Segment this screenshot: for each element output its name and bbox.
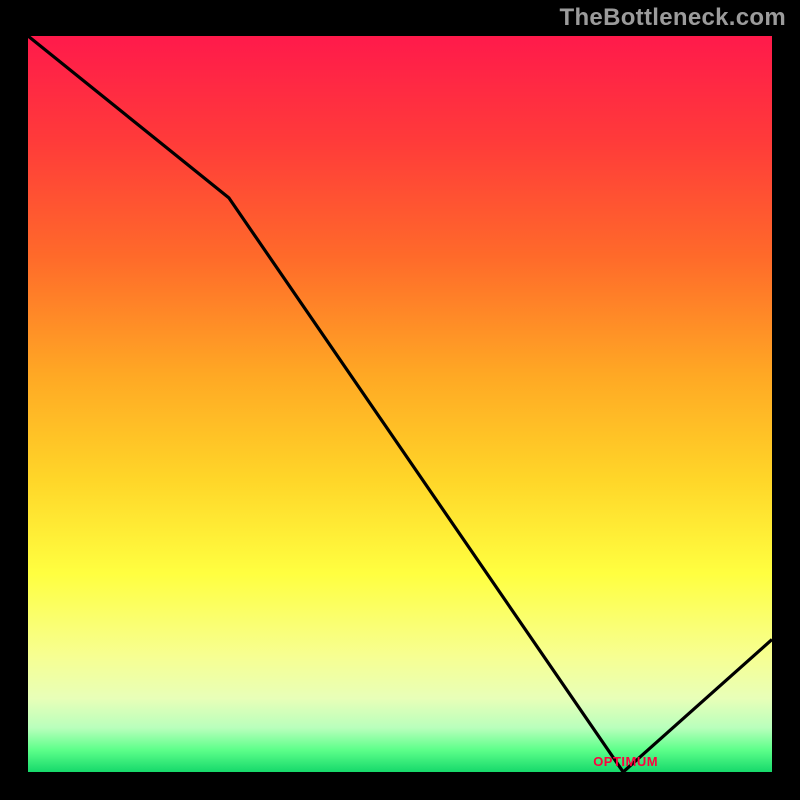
chart-line-layer — [28, 36, 772, 772]
bottleneck-curve — [28, 36, 772, 772]
optimum-annotation: OPTIMUM — [593, 754, 658, 769]
chart-container: TheBottleneck.com OPTIMUM — [0, 0, 800, 800]
attribution-label: TheBottleneck.com — [560, 4, 786, 32]
